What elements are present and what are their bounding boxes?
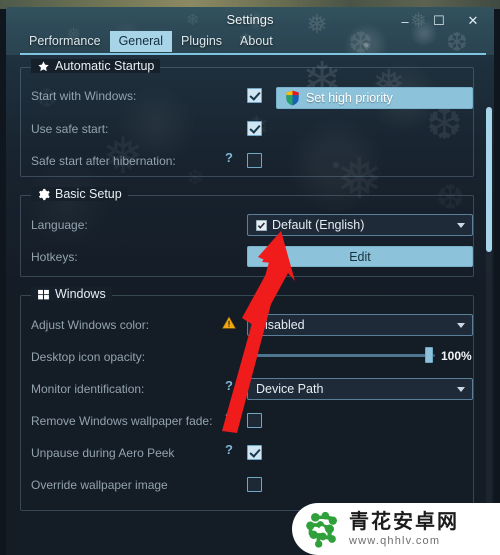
checkbox-use-safe-start[interactable] bbox=[247, 121, 262, 136]
label-adjust-windows-color: Adjust Windows color: bbox=[31, 318, 150, 332]
group-title-basic-setup: Basic Setup bbox=[31, 187, 128, 201]
settings-content: ❄ ❅ ❆ ❄ ❅ ❆ ❅ ❄ ❆ Automatic Startup Star… bbox=[6, 55, 494, 555]
desktop-icon-opacity-slider[interactable] bbox=[247, 347, 435, 363]
qinghua-logo-icon bbox=[306, 511, 337, 548]
help-icon-monitor-identification[interactable]: ? bbox=[225, 378, 233, 393]
scrollbar-thumb[interactable] bbox=[486, 107, 492, 252]
monitor-identification-dropdown[interactable]: Device Path bbox=[247, 378, 473, 400]
checkbox-remove-windows-wallpaper-fade[interactable] bbox=[247, 413, 262, 428]
label-language: Language: bbox=[31, 218, 88, 232]
checkbox-start-with-windows[interactable] bbox=[247, 88, 262, 103]
label-hotkeys: Hotkeys: bbox=[31, 250, 78, 264]
label-override-wallpaper-image: Override wallpaper image bbox=[31, 478, 168, 492]
label-use-safe-start: Use safe start: bbox=[31, 122, 109, 136]
checkbox-unpause-during-aero-peek[interactable] bbox=[247, 445, 262, 460]
label-monitor-identification: Monitor identification: bbox=[31, 382, 145, 396]
watermark-text: 青花安卓网 www.qhhlv.com bbox=[349, 512, 459, 547]
site-watermark: 青花安卓网 www.qhhlv.com bbox=[292, 503, 500, 555]
tab-performance[interactable]: Performance bbox=[20, 31, 110, 52]
tab-general[interactable]: General bbox=[109, 31, 173, 52]
tab-about[interactable]: About bbox=[231, 31, 282, 52]
label-desktop-icon-opacity: Desktop icon opacity: bbox=[31, 350, 146, 364]
label-remove-windows-wallpaper-fade: Remove Windows wallpaper fade: bbox=[31, 414, 213, 428]
language-check-icon bbox=[256, 219, 267, 231]
checkbox-safe-start-after-hibernation[interactable] bbox=[247, 153, 262, 168]
checkbox-override-wallpaper-image[interactable] bbox=[247, 477, 262, 492]
language-dropdown[interactable]: Default (English) bbox=[247, 214, 473, 236]
help-icon-unpause-during-aero-peek[interactable]: ? bbox=[225, 442, 233, 457]
language-value: Default (English) bbox=[272, 218, 365, 232]
star-icon bbox=[38, 60, 49, 71]
close-button[interactable]: ✕ bbox=[456, 9, 490, 33]
warning-icon[interactable] bbox=[222, 316, 236, 329]
window-controls: – ☐ ✕ bbox=[388, 9, 490, 33]
label-safe-start-after-hibernation: Safe start after hibernation: bbox=[31, 154, 176, 168]
adjust-windows-color-dropdown[interactable]: Disabled bbox=[247, 314, 473, 336]
settings-window: ❅ ❆ ❄ ❅ ❆ ❄ ❅ ❆ Settings – ☐ ✕ Performan… bbox=[6, 7, 494, 555]
minimize-button[interactable]: – bbox=[388, 9, 422, 33]
watermark-url: www.qhhlv.com bbox=[349, 534, 441, 547]
help-icon-remove-windows-wallpaper-fade[interactable]: ? bbox=[225, 410, 233, 425]
group-label: Automatic Startup bbox=[55, 59, 155, 73]
group-label: Basic Setup bbox=[55, 187, 122, 201]
hotkeys-edit-button[interactable]: Edit bbox=[247, 246, 473, 267]
monitor-identification-value: Device Path bbox=[256, 382, 324, 396]
chevron-down-icon bbox=[457, 223, 465, 228]
adjust-windows-color-value: Disabled bbox=[256, 318, 305, 332]
group-label: Windows bbox=[55, 287, 106, 301]
slider-handle[interactable] bbox=[425, 347, 433, 363]
uac-shield-icon bbox=[286, 90, 299, 106]
group-title-automatic-startup: Automatic Startup bbox=[31, 59, 161, 73]
tab-bar: Performance General Plugins About bbox=[20, 31, 282, 52]
tab-plugins[interactable]: Plugins bbox=[172, 31, 231, 52]
content-scrollbar[interactable] bbox=[486, 107, 492, 555]
set-high-priority-button[interactable]: Set high priority bbox=[276, 87, 473, 109]
gear-icon bbox=[38, 188, 50, 200]
chevron-down-icon bbox=[457, 323, 465, 328]
snowflake-decoration: ❆ bbox=[348, 27, 374, 56]
group-automatic-startup: Automatic Startup Start with Windows: Se… bbox=[20, 59, 474, 177]
set-high-priority-label: Set high priority bbox=[306, 91, 393, 105]
chevron-down-icon bbox=[457, 387, 465, 392]
group-title-windows: Windows bbox=[31, 287, 112, 301]
screenshot-root: ❅ ❆ ❄ ❅ ❆ ❄ ❅ ❆ Settings – ☐ ✕ Performan… bbox=[0, 0, 500, 555]
group-windows: Windows Adjust Windows color: Disabled D… bbox=[20, 287, 474, 511]
title-bar: ❅ ❆ ❄ ❅ ❆ ❄ ❅ ❆ Settings – ☐ ✕ Performan… bbox=[6, 7, 494, 55]
label-unpause-during-aero-peek: Unpause during Aero Peek bbox=[31, 446, 175, 460]
slider-fill bbox=[247, 354, 427, 357]
desktop-icon-opacity-value: 100% bbox=[441, 349, 472, 363]
help-icon-safe-start-after-hibernation[interactable]: ? bbox=[225, 150, 233, 165]
group-basic-setup: Basic Setup Language: Default (English) bbox=[20, 187, 474, 277]
watermark-site-name: 青花安卓网 bbox=[349, 510, 459, 533]
label-start-with-windows: Start with Windows: bbox=[31, 89, 137, 103]
maximize-button[interactable]: ☐ bbox=[422, 9, 456, 33]
windows-logo-icon bbox=[38, 289, 49, 299]
